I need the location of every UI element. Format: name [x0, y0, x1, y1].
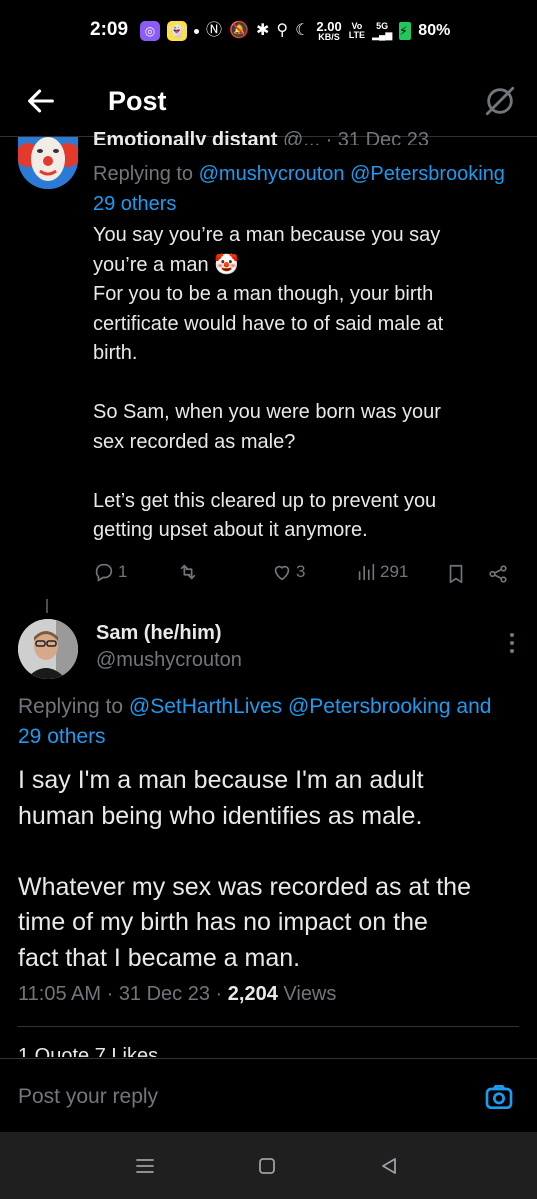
reply-bar: Post your reply — [0, 1058, 537, 1132]
home-icon[interactable] — [255, 1154, 279, 1178]
tweet-header: Emotionally distant @... · 31 Dec 23 — [93, 129, 533, 145]
display-name[interactable]: Emotionally distant — [93, 129, 277, 145]
grok-icon[interactable] — [483, 84, 517, 118]
recent-apps-icon[interactable] — [133, 1154, 157, 1178]
mention-link[interactable]: @Petersbrooking — [350, 163, 505, 185]
system-nav-bar — [0, 1132, 537, 1199]
page-title: Post — [108, 86, 167, 116]
signal-icon: 5G ▂▄▆ — [372, 21, 393, 40]
top-nav: Post — [0, 66, 537, 136]
back-icon[interactable] — [377, 1154, 401, 1178]
repost-button[interactable] — [177, 561, 202, 583]
network-speed: 2.00 KB/S — [316, 18, 342, 42]
app-notification-icon: ◎ — [140, 21, 160, 41]
reply-button[interactable]: 1 — [93, 561, 127, 583]
tweet-time[interactable]: 11:05 AM — [18, 983, 101, 1005]
mute-icon: 🔕 — [229, 22, 249, 39]
replying-to: Replying to @mushycrouton @Petersbrookin… — [93, 163, 505, 215]
repost-icon — [180, 564, 196, 580]
others-link[interactable]: 29 others — [18, 725, 106, 748]
thread-connector — [46, 599, 48, 613]
and-text: and — [456, 695, 492, 718]
status-bar: 2:09 ◎ 👻 Ⓝ 🔕 ✱ ⚲ ☾ 2.00 KB/S Vo LTE 5G ▂▄▆ … — [0, 0, 537, 62]
camera-icon[interactable] — [483, 1081, 515, 1113]
mention-link[interactable]: @SetHarthLives — [129, 695, 282, 718]
analytics-icon — [358, 563, 375, 581]
reply-input[interactable]: Post your reply — [18, 1085, 158, 1109]
like-count: 3 — [296, 562, 306, 581]
display-name[interactable]: Sam (he/him) — [96, 622, 222, 645]
views-count: 291 — [380, 562, 409, 581]
views-button[interactable]: 291 — [355, 561, 408, 583]
volte-indicator: Vo LTE — [348, 21, 366, 40]
avatar[interactable] — [18, 619, 78, 679]
do-not-disturb-icon: ☾ — [295, 22, 310, 39]
battery-icon — [399, 22, 412, 40]
snapchat-icon: 👻 — [167, 21, 187, 41]
engagement-stats[interactable]: 1 Quote 7 Likes — [18, 1045, 318, 1057]
others-link[interactable]: 29 others — [93, 193, 176, 215]
back-arrow-icon[interactable] — [24, 84, 58, 118]
avatar[interactable] — [18, 137, 78, 189]
status-icons: ◎ 👻 Ⓝ 🔕 ✱ ⚲ ☾ 2.00KB/S VoLTE 5G▂▄▆ 80% — [140, 19, 450, 43]
views-count: 2,204 — [227, 983, 278, 1005]
mention-link[interactable]: @mushycrouton — [199, 163, 345, 185]
nfc-icon: Ⓝ — [206, 22, 223, 39]
share-icon[interactable] — [487, 563, 509, 585]
tweet-date[interactable]: 31 Dec 23 — [119, 983, 210, 1005]
views-label: Views — [283, 983, 337, 1005]
bluetooth-icon: ✱ — [255, 22, 270, 39]
tweet-date: 31 Dec 23 — [337, 129, 429, 145]
notification-dot-icon — [194, 28, 199, 34]
tweet-metadata: 11:05 AM · 31 Dec 23 · 2,204 Views — [18, 983, 337, 1005]
tweet-text: I say I'm a man because I'm an adult hum… — [18, 766, 471, 972]
handle[interactable]: @mushycrouton — [96, 649, 242, 672]
reply-icon — [95, 563, 113, 582]
bookmark-icon[interactable] — [445, 563, 467, 585]
heart-icon — [274, 565, 290, 581]
handle[interactable]: @... — [283, 129, 320, 145]
status-time: 2:09 — [90, 19, 129, 40]
battery-percent: 80% — [418, 22, 451, 39]
reply-count: 1 — [118, 562, 128, 581]
location-icon: ⚲ — [276, 22, 289, 39]
tweet-actions: 1 3 291 — [93, 561, 513, 587]
like-button[interactable]: 3 — [271, 561, 305, 583]
tweet-text: You say you’re a man because you say you… — [93, 224, 444, 541]
divider — [18, 1026, 519, 1027]
replying-to: Replying to @SetHarthLives @Petersbrooki… — [18, 695, 492, 748]
mention-link[interactable]: @Petersbrooking — [288, 695, 451, 718]
more-options-icon[interactable] — [509, 632, 515, 654]
